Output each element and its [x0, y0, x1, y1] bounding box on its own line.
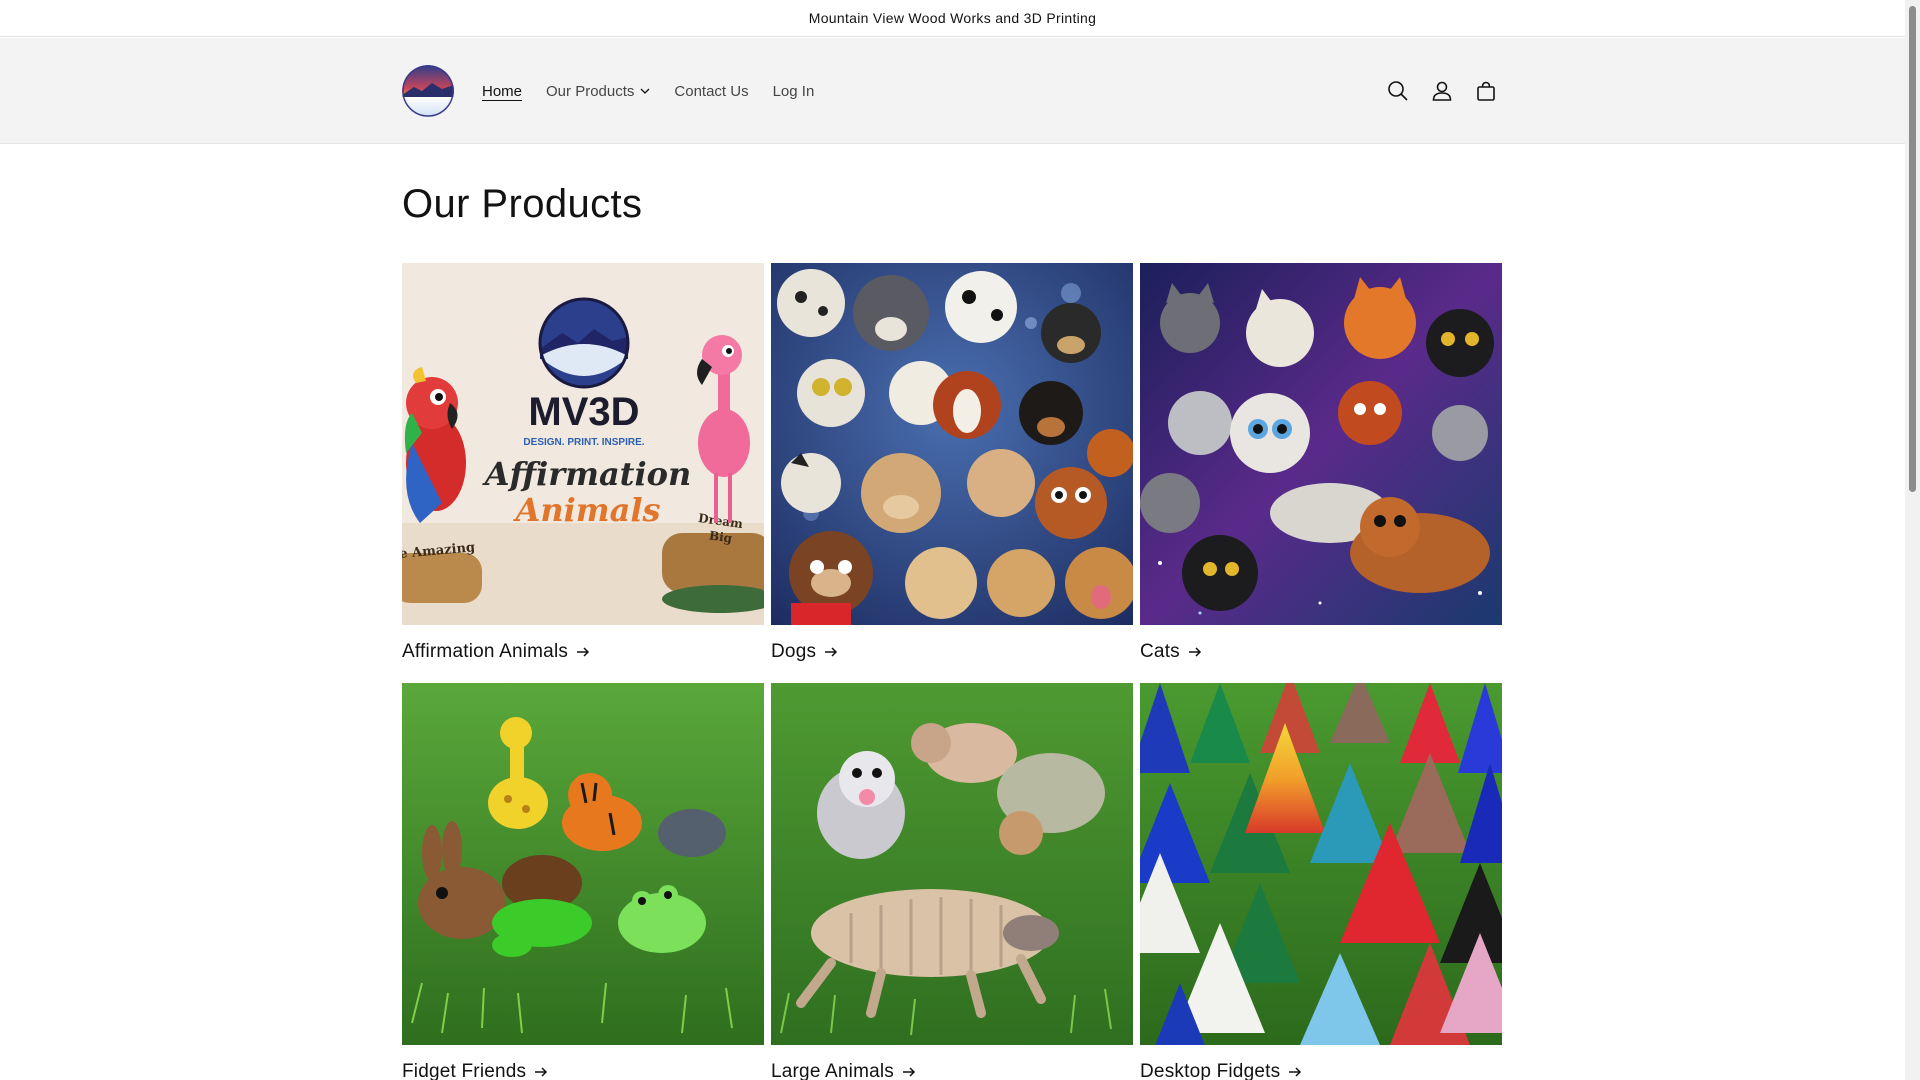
collection-card-desktop-fidgets[interactable]: Desktop Fidgets [1140, 683, 1502, 1080]
announcement-bar: Mountain View Wood Works and 3D Printing [0, 0, 1905, 37]
site-header: Home Our Products Contact Us Log In [0, 38, 1905, 144]
nav-home[interactable]: Home [482, 83, 522, 100]
chevron-down-icon [640, 88, 650, 94]
nav-contact-us-label: Contact Us [674, 82, 749, 100]
collection-title[interactable]: Desktop Fidgets [1140, 1061, 1502, 1080]
collection-title[interactable]: Cats [1140, 641, 1502, 663]
collection-title[interactable]: Large Animals [771, 1061, 1133, 1080]
arrow-right-icon [1188, 647, 1202, 657]
banner-script-line2: Animals [512, 491, 660, 529]
collection-title-text: Dogs [771, 641, 817, 662]
affirmation-animals-banner[interactable]: MV3D DESIGN. PRINT. INSPIRE. Affirmation… [402, 263, 764, 625]
nav-our-products[interactable]: Our Products [546, 83, 650, 100]
arrow-right-icon [534, 1067, 548, 1077]
cats-collection-photo[interactable] [1140, 263, 1502, 625]
nav-home-label: Home [482, 82, 523, 100]
collection-title-text: Affirmation Animals [402, 641, 569, 662]
collection-grid: MV3D DESIGN. PRINT. INSPIRE. Affirmation… [402, 263, 1502, 1080]
collection-card-affirmation-animals[interactable]: MV3D DESIGN. PRINT. INSPIRE. Affirmation… [402, 263, 764, 663]
arrow-right-icon [902, 1067, 916, 1077]
nav-log-in[interactable]: Log In [773, 83, 815, 100]
fidget-friends-photo[interactable] [402, 683, 764, 1045]
collection-card-large-animals[interactable]: Large Animals [771, 683, 1133, 1080]
scrollbar-thumb[interactable] [1909, 6, 1916, 492]
collection-title[interactable]: Affirmation Animals [402, 641, 764, 663]
cart-icon[interactable] [1468, 73, 1504, 109]
collection-title-text: Desktop Fidgets [1140, 1061, 1281, 1080]
mountain-sunset-logo[interactable] [402, 65, 454, 117]
account-icon[interactable] [1424, 73, 1460, 109]
collection-title-text: Fidget Friends [402, 1061, 527, 1080]
collection-card-dogs[interactable]: Dogs [771, 263, 1133, 663]
nav-contact-us[interactable]: Contact Us [674, 83, 748, 100]
collection-card-cats[interactable]: Cats [1140, 263, 1502, 663]
nav-log-in-label: Log In [772, 82, 815, 100]
collection-title-text: Cats [1140, 641, 1180, 662]
page-scrollbar[interactable] [1905, 0, 1920, 1080]
banner-brand: MV3D [528, 390, 639, 434]
search-icon[interactable] [1380, 73, 1416, 109]
arrow-right-icon [1288, 1067, 1302, 1077]
collection-title[interactable]: Fidget Friends [402, 1061, 764, 1080]
desktop-fidgets-photo[interactable] [1140, 683, 1502, 1045]
dogs-collection-photo[interactable] [771, 263, 1133, 625]
announcement-text: Mountain View Wood Works and 3D Printing [808, 10, 1097, 26]
main-nav: Home Our Products Contact Us Log In [482, 38, 838, 144]
collection-title-text: Large Animals [771, 1061, 895, 1080]
collection-card-fidget-friends[interactable]: Fidget Friends [402, 683, 764, 1080]
banner-tagline: DESIGN. PRINT. INSPIRE. [523, 437, 644, 448]
header-icons [1380, 73, 1512, 109]
collection-title[interactable]: Dogs [771, 641, 1133, 663]
page-title: Our Products [402, 182, 643, 226]
arrow-right-icon [824, 647, 838, 657]
banner-script-line1: Affirmation [482, 455, 691, 493]
arrow-right-icon [576, 647, 590, 657]
large-animals-photo[interactable] [771, 683, 1133, 1045]
nav-our-products-label: Our Products [546, 82, 635, 100]
